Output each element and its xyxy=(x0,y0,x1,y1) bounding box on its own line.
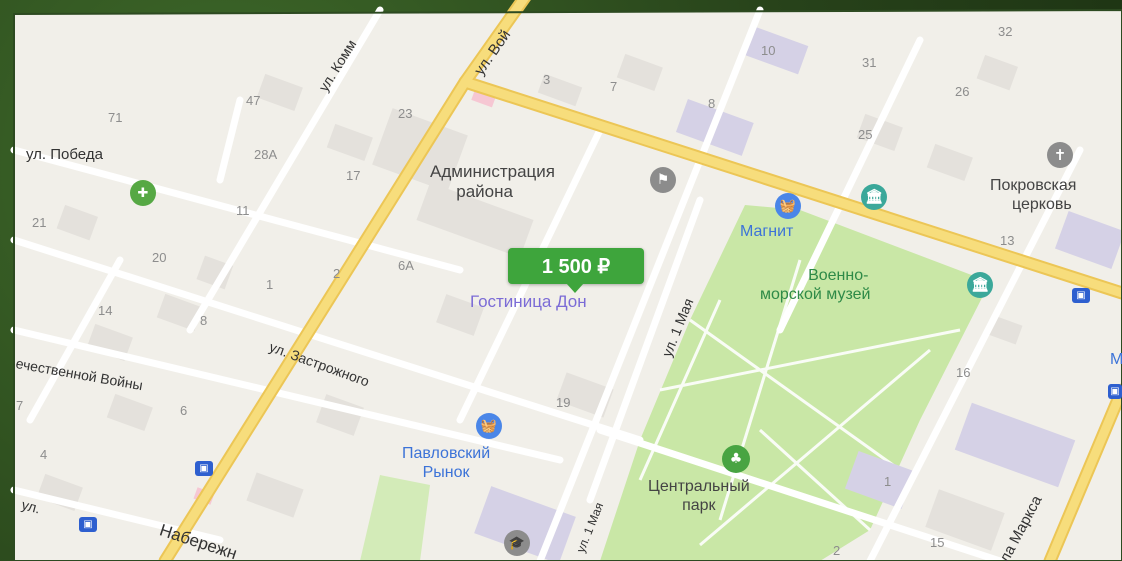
house-number: 71 xyxy=(108,110,123,125)
poi-church[interactable]: Покровская церковь xyxy=(990,176,1076,214)
house-number: 21 xyxy=(32,215,47,230)
house-number: 14 xyxy=(98,303,113,318)
poi-label: Центральный xyxy=(648,478,750,495)
poi-partial: М xyxy=(1110,351,1122,368)
selected-poi-label[interactable]: Гостиница Дон xyxy=(470,292,587,311)
house-number: 3 xyxy=(543,72,551,87)
poi-label: парк xyxy=(682,497,716,514)
bus-stop-icon[interactable]: ▣ xyxy=(195,461,213,476)
house-number: 13 xyxy=(1000,233,1015,248)
basket-icon[interactable]: 🧺 xyxy=(775,193,801,219)
hospital-icon[interactable]: ✚ xyxy=(130,180,156,206)
house-number: 7 xyxy=(16,398,24,413)
tree-icon[interactable]: ♣ xyxy=(722,445,750,473)
house-number: 4 xyxy=(40,447,48,462)
house-number: 17 xyxy=(346,168,361,183)
house-number: 25 xyxy=(858,127,873,142)
poi-label: морской музей xyxy=(760,286,871,303)
house-number: 16 xyxy=(956,365,971,380)
house-number: 8 xyxy=(708,96,716,111)
poi-label: Павловский xyxy=(402,445,491,462)
poi-label: Покровская xyxy=(990,177,1077,194)
bus-stop-icon[interactable]: ▣ xyxy=(79,517,97,532)
house-number: 6 xyxy=(180,403,188,418)
poi-magnit[interactable]: Магнит xyxy=(740,222,793,241)
museum-icon[interactable]: 🏛 xyxy=(967,272,993,298)
poi-label: Магнит xyxy=(740,223,794,240)
house-number: 2 xyxy=(333,266,341,281)
house-number: 23 xyxy=(398,106,413,121)
poi-central-park[interactable]: Центральный парк xyxy=(648,477,750,515)
house-number: 2 xyxy=(833,543,841,558)
house-number: 6А xyxy=(398,258,414,273)
map-view[interactable]: 71 47 23 3 7 10 31 32 26 8 25 28А 17 13 … xyxy=(0,0,1122,561)
university-icon[interactable]: 🎓 xyxy=(504,530,530,556)
poi-market[interactable]: Павловский Рынок xyxy=(402,444,490,482)
house-number: 8 xyxy=(200,313,208,328)
house-number: 1 xyxy=(266,277,274,292)
house-number: 7 xyxy=(610,79,618,94)
poi-administration[interactable]: Администрация района xyxy=(430,162,555,202)
bus-stop-icon[interactable]: ▣ xyxy=(1108,384,1122,399)
house-number: 28А xyxy=(254,147,278,162)
house-number: 11 xyxy=(236,203,250,218)
poi-label: Военно- xyxy=(808,267,869,284)
flag-icon[interactable]: ⚑ xyxy=(650,167,676,193)
cross-icon[interactable]: ✝ xyxy=(1047,142,1073,168)
poi-label: церковь xyxy=(1012,196,1072,213)
map-frame: 71 47 23 3 7 10 31 32 26 8 25 28А 17 13 … xyxy=(0,0,1122,561)
museum-icon[interactable]: 🏛 xyxy=(861,184,887,210)
bus-stop-icon[interactable]: ▣ xyxy=(1072,288,1090,303)
basket-icon[interactable]: 🧺 xyxy=(476,413,502,439)
house-number: 47 xyxy=(246,93,261,108)
house-number: 20 xyxy=(152,250,167,265)
house-number: 15 xyxy=(930,535,945,550)
house-number: 19 xyxy=(556,395,571,410)
poi-label: района xyxy=(456,182,513,201)
poi-label: Администрация xyxy=(430,162,555,181)
house-number: 32 xyxy=(998,24,1013,39)
house-number: 10 xyxy=(761,43,776,58)
house-number: 1 xyxy=(884,474,892,489)
poi-naval-museum[interactable]: Военно- морской музей xyxy=(760,266,870,304)
price-tag[interactable]: 1 500 ₽ xyxy=(508,248,644,293)
house-number: 26 xyxy=(955,84,970,99)
house-number: 31 xyxy=(862,55,877,70)
poi-label: Рынок xyxy=(422,464,470,481)
street-label: ул. Победа xyxy=(26,146,103,163)
